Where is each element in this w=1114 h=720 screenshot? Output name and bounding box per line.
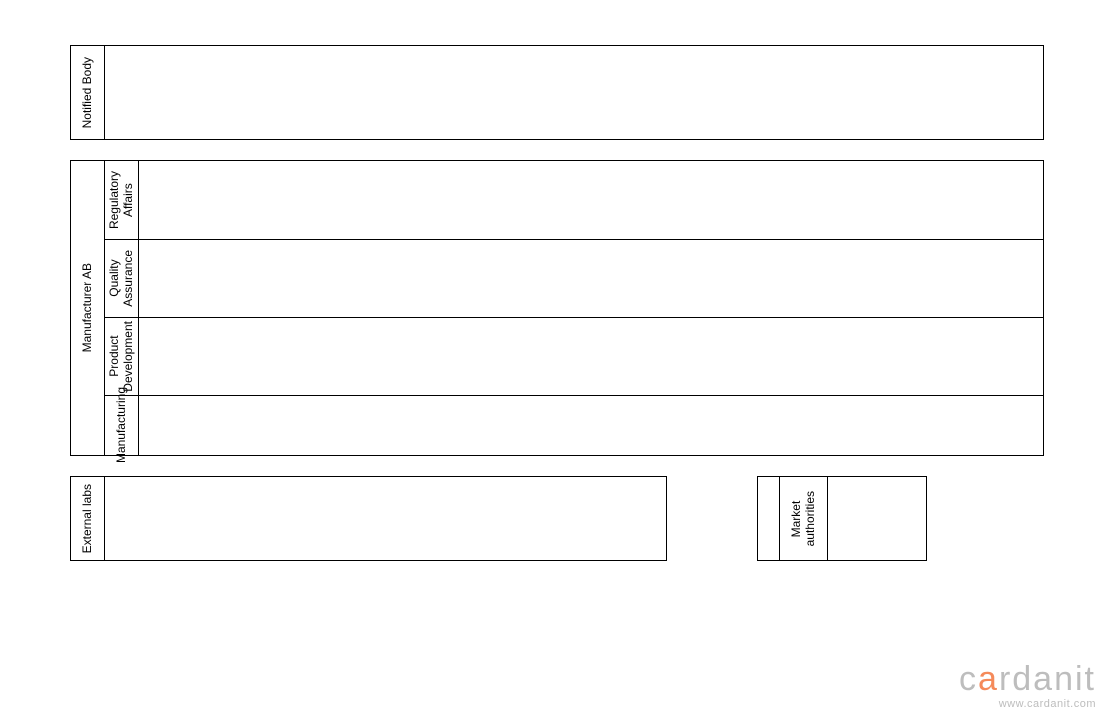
- lane-label: Market authorities: [790, 491, 818, 546]
- lane-body: [139, 396, 1043, 455]
- lane-body: [139, 161, 1043, 239]
- lane-label: Product Development: [108, 321, 136, 392]
- lane-header: Regulatory Affairs: [105, 161, 139, 239]
- lane-header: Quality Assurance: [105, 240, 139, 317]
- pool-notified-body: Notified Body: [70, 45, 1044, 140]
- lane-label: Manufacturing: [115, 387, 129, 463]
- swimlane-diagram: Notified Body Manufacturer AB Regulatory…: [70, 45, 1044, 561]
- pool-external-labs: External labs: [70, 476, 667, 561]
- watermark: cardanit www.cardanit.com: [959, 662, 1096, 710]
- lane-manufacturing: Manufacturing: [105, 395, 1043, 455]
- pool-body-market-authorities: Market authorities: [780, 477, 926, 560]
- lane-header: Product Development: [105, 318, 139, 395]
- lane-regulatory-affairs: Regulatory Affairs: [105, 161, 1043, 239]
- lane-body: [828, 477, 926, 560]
- logo-pre: c: [959, 660, 978, 698]
- pool-body-notified-body: [105, 46, 1043, 139]
- lane-market-authorities: Market authorities: [780, 477, 926, 560]
- pool-body-external-labs: [105, 477, 666, 560]
- pool-market-authorities: Market authorities: [757, 476, 927, 561]
- lane-product-development: Product Development: [105, 317, 1043, 395]
- watermark-url: www.cardanit.com: [959, 698, 1096, 710]
- logo-accent: a: [978, 660, 999, 698]
- lane-header: Market authorities: [780, 477, 828, 560]
- pool-label: Manufacturer AB: [81, 263, 95, 352]
- bottom-row: External labs Market authorities: [70, 476, 1044, 561]
- lane-body: [139, 318, 1043, 395]
- logo-post: rdanit: [999, 660, 1096, 698]
- pool-label: External labs: [81, 484, 95, 553]
- lane-header: Manufacturing: [105, 396, 139, 455]
- lane-quality-assurance: Quality Assurance: [105, 239, 1043, 317]
- pool-manufacturer: Manufacturer AB Regulatory Affairs Quali…: [70, 160, 1044, 456]
- pool-header-external-labs: External labs: [71, 477, 105, 560]
- lane-label: Regulatory Affairs: [108, 171, 136, 229]
- pool-body-manufacturer: Regulatory Affairs Quality Assurance Pro…: [105, 161, 1043, 455]
- pool-label: Notified Body: [81, 57, 95, 128]
- pool-header-notified-body: Notified Body: [71, 46, 105, 139]
- lane-body: [139, 240, 1043, 317]
- pool-header-market-authorities: [758, 477, 780, 560]
- watermark-logo: cardanit: [959, 662, 1096, 696]
- pool-header-manufacturer: Manufacturer AB: [71, 161, 105, 455]
- lane-label: Quality Assurance: [108, 250, 136, 307]
